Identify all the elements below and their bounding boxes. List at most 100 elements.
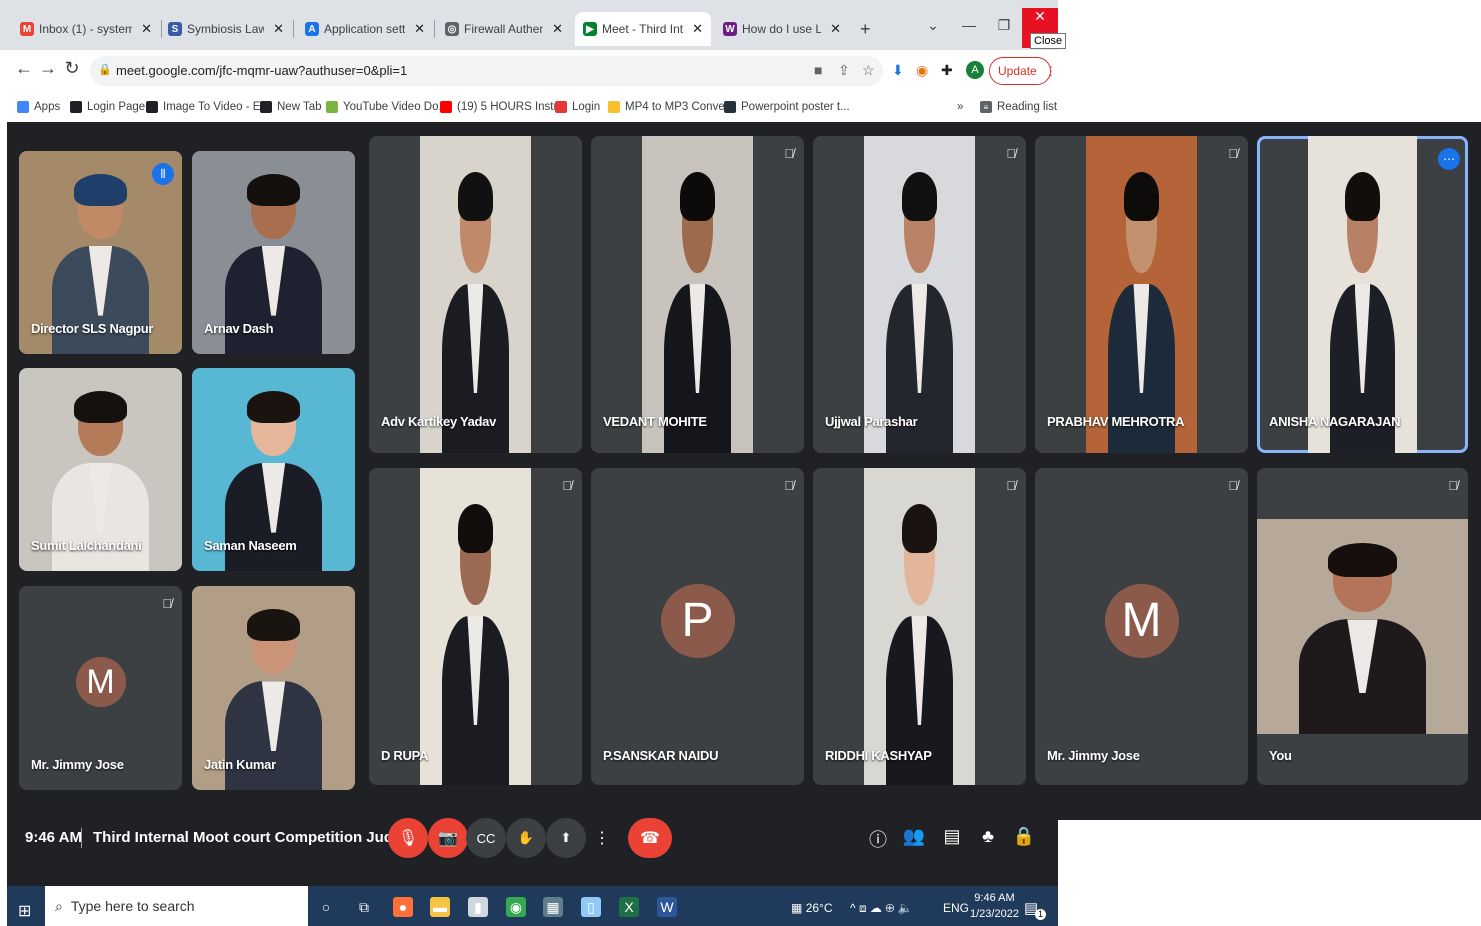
participant-tile[interactable]: 🎙̸ You [1257, 468, 1468, 785]
tab-settings-app[interactable]: A Application settings - ✕ [297, 12, 433, 46]
participant-tile[interactable]: 🎙̸ PRABHAV MEHROTRA [1035, 136, 1248, 453]
present-button[interactable]: ⬆ [546, 818, 586, 858]
back-arrow-icon[interactable]: ← [14, 58, 34, 79]
word-icon[interactable]: W [657, 897, 677, 917]
participant-tile[interactable]: 🎙̸ Ujjwal Parashar [813, 136, 1026, 453]
participant-hair [74, 391, 127, 423]
participant-name: Adv Kartikey Yadav [381, 414, 497, 429]
close-tab-icon[interactable]: ✕ [692, 21, 703, 37]
participant-video [1307, 136, 1418, 453]
bookmark-label: Image To Video - E... [163, 101, 270, 113]
close-tab-icon[interactable]: ✕ [141, 21, 152, 37]
tab-search-icon[interactable]: ⌄ [916, 8, 950, 42]
participant-tile[interactable]: Arnav Dash [192, 151, 355, 354]
tab-gmail[interactable]: M Inbox (1) - systemadm ✕ [12, 12, 160, 46]
tab-symbiosis[interactable]: S Symbiosis Law School ✕ [160, 12, 292, 46]
participant-video [864, 136, 975, 453]
participant-hair [901, 504, 938, 554]
bookmark-6[interactable]: Login [555, 101, 600, 113]
extension-icon[interactable]: ◉ [916, 62, 928, 79]
participant-tile[interactable]: Sumit Lalchandani [19, 368, 182, 571]
document-app-icon[interactable]: ▮ [468, 897, 488, 917]
close-tab-icon[interactable]: ✕ [552, 21, 563, 37]
bookmark-label: (19) 5 HOURS Instr... [457, 101, 567, 113]
camera-off-button[interactable]: 📷 [428, 818, 468, 858]
bookmark-star-icon[interactable]: ☆ [862, 62, 875, 79]
excel-icon[interactable]: X [619, 897, 639, 917]
close-tab-icon[interactable]: ✕ [414, 21, 425, 37]
participant-tile[interactable]: Saman Naseem [192, 368, 355, 571]
extensions-puzzle-icon[interactable]: ✚ [941, 62, 953, 79]
more-options-button[interactable]: ⋮ [592, 818, 612, 858]
mic-off-icon: 🎙̸ [1006, 478, 1016, 493]
restore-button[interactable]: ❐ [987, 8, 1021, 42]
participant-tile[interactable]: 🎙̸ VEDANT MOHITE [591, 136, 804, 453]
cortana-icon[interactable]: ○ [316, 897, 336, 917]
participant-tile[interactable]: ⋯ ANISHA NAGARAJAN [1257, 136, 1468, 453]
close-tab-icon[interactable]: ✕ [273, 21, 284, 37]
bookmark-5[interactable]: (19) 5 HOURS Instr... [440, 101, 566, 113]
tab-globe[interactable]: ◎ Firewall Authenticatio ✕ [437, 12, 571, 46]
update-button[interactable]: Update ⋮ [989, 57, 1057, 85]
tab-meet[interactable]: ▶ Meet - Third Inter ✕ [575, 12, 711, 46]
chat-icon[interactable]: ▤ [940, 826, 964, 847]
task-view-icon[interactable]: ⧉ [354, 897, 374, 917]
tab-title: Firewall Authenticatio [464, 22, 544, 36]
calculator-icon[interactable]: ▦ [543, 897, 563, 917]
captions-button[interactable]: CC [466, 818, 506, 858]
search-icon: ⌕ [55, 897, 63, 914]
file-explorer-icon[interactable]: ▬ [430, 897, 450, 917]
tab-separator [434, 20, 435, 38]
download-extension-icon[interactable]: ⬇ [892, 62, 904, 79]
taskbar-search-input[interactable]: ⌕ Type here to search [45, 886, 308, 926]
bookmark-2[interactable]: Image To Video - E... [146, 101, 270, 113]
reload-icon[interactable]: ↻ [62, 58, 82, 79]
leave-call-button[interactable]: ☎ [628, 818, 672, 858]
windows-start-icon[interactable]: ⊞ [18, 901, 31, 921]
firefox-icon[interactable]: ● [393, 897, 413, 917]
participant-tile[interactable]: ⦀ Director SLS Nagpur [19, 151, 182, 354]
profile-avatar[interactable]: A [966, 61, 984, 79]
people-icon[interactable]: 👥 [902, 826, 926, 847]
participant-tile[interactable]: P 🎙̸ P.SANSKAR NAIDU [591, 468, 804, 785]
more-bookmarks-button[interactable]: » [957, 101, 963, 113]
divider [81, 828, 82, 848]
bookmark-3[interactable]: New Tab [260, 101, 322, 113]
url-text[interactable]: meet.google.com/jfc-mqmr-uaw?authuser=0&… [116, 63, 407, 78]
participant-tile[interactable]: M 🎙̸ Mr. Jimmy Jose [1035, 468, 1248, 785]
bookmark-4[interactable]: YouTube Video Do... [326, 101, 448, 113]
taskbar-clock[interactable]: 9:46 AM 1/23/2022 [970, 890, 1019, 922]
raise-hand-button[interactable]: ✋ [506, 818, 546, 858]
bookmark-7[interactable]: MP4 to MP3 Conve... [608, 101, 734, 113]
bookmark-0[interactable]: Apps [17, 101, 60, 113]
weather-widget[interactable]: ▦ 26°C [791, 901, 833, 915]
participant-tile[interactable]: Jatin Kumar [192, 586, 355, 790]
lock-icon[interactable]: 🔒 [98, 63, 112, 76]
close-tab-icon[interactable]: ✕ [830, 21, 841, 37]
participant-tile[interactable]: M 🎙̸ Mr. Jimmy Jose [19, 586, 182, 790]
minimize-button[interactable]: — [952, 8, 986, 42]
participant-tile[interactable]: 🎙̸ D RUPA [369, 468, 582, 785]
reading-list-button[interactable]: ≡ Reading list [980, 101, 1057, 113]
participant-name: Jatin Kumar [204, 757, 276, 772]
language-indicator[interactable]: ENG [943, 901, 969, 915]
bookmark-1[interactable]: Login Page [70, 101, 145, 113]
chrome-icon[interactable]: ◉ [506, 897, 526, 917]
new-tab-button[interactable]: + [852, 12, 882, 46]
tray-icons[interactable]: ^ ⧈ ☁ ⊕ 🔈 [850, 901, 913, 916]
notepad-icon[interactable]: ▯ [581, 897, 601, 917]
bookmark-8[interactable]: Powerpoint poster t... [724, 101, 850, 113]
activities-icon[interactable]: ♣ [976, 826, 1000, 847]
mic-off-button[interactable]: 🎙 [388, 818, 428, 858]
camera-in-use-icon[interactable]: ■ [814, 62, 822, 78]
info-icon[interactable]: ⓘ [866, 826, 890, 852]
participant-tile[interactable]: 🎙̸ RIDDHI KASHYAP [813, 468, 1026, 785]
participant-tile[interactable]: Adv Kartikey Yadav [369, 136, 582, 453]
forward-arrow-icon[interactable]: → [38, 58, 58, 79]
tab-wikihow[interactable]: W How do I use Live Str ✕ [715, 12, 849, 46]
meet-icon: ▶ [583, 22, 597, 36]
participant-video [420, 136, 531, 453]
participant-name: RIDDHI KASHYAP [825, 748, 932, 763]
share-icon[interactable]: ⇪ [838, 62, 850, 79]
host-controls-icon[interactable]: 🔒 [1012, 826, 1036, 847]
